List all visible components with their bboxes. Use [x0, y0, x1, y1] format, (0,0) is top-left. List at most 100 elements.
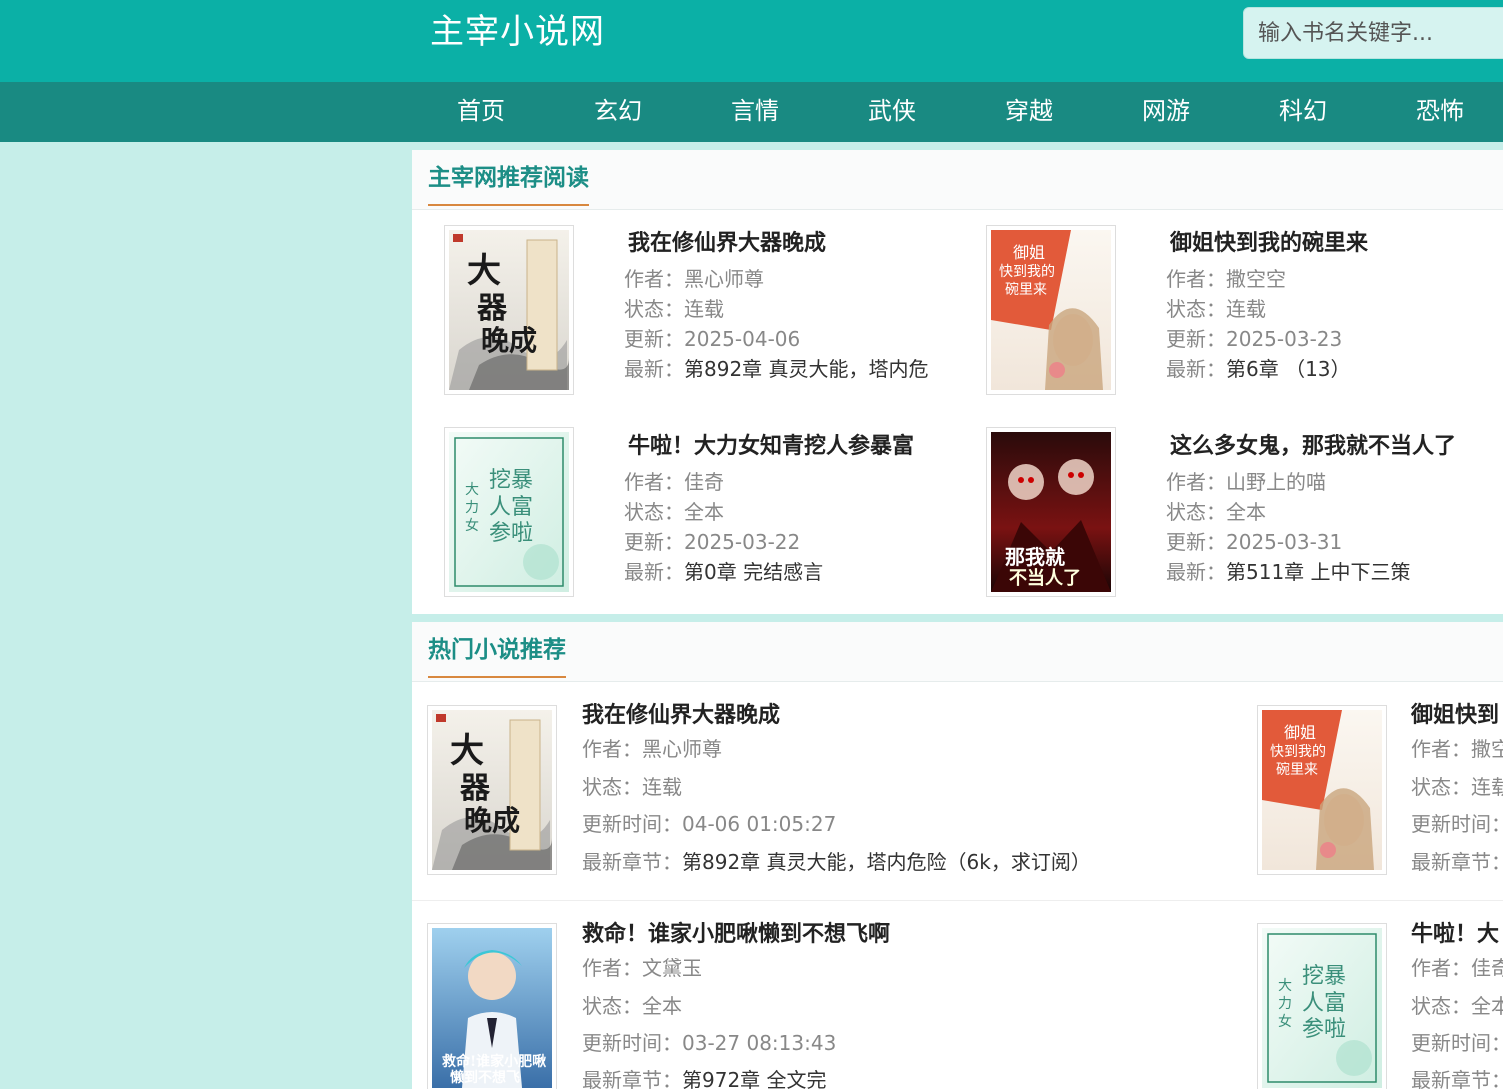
book-title[interactable]: 牛啦！大 — [1411, 916, 1499, 948]
book-author: 作者：佳奇 — [624, 470, 724, 494]
book-title[interactable]: 我在修仙界大器晚成 — [628, 225, 826, 257]
svg-text:大: 大 — [467, 251, 501, 291]
recommend-header: 主宰网推荐阅读 — [412, 150, 1503, 210]
book-title[interactable]: 这么多女鬼，那我就不当人了 — [1170, 428, 1456, 460]
book-title[interactable]: 御姐快到 — [1411, 697, 1499, 729]
nav-item-wangyou[interactable]: 网游 — [1106, 82, 1226, 142]
row-divider — [412, 900, 1503, 901]
hot-title: 热门小说推荐 — [428, 634, 566, 678]
nav-item-wuxia[interactable]: 武侠 — [832, 82, 952, 142]
book-latest: 最新章节：第972章 全文完 — [582, 1064, 827, 1089]
latest-chapter-link[interactable]: 第972章 全文完 — [682, 1068, 827, 1089]
svg-text:器: 器 — [476, 291, 508, 326]
latest-chapter-link[interactable]: 第511章 上中下三策 — [1226, 560, 1411, 584]
svg-text:那我就: 那我就 — [1005, 545, 1065, 569]
book-status: 状态：全本 — [582, 994, 682, 1018]
book-update: 更新：2025-04-06 — [624, 327, 801, 351]
svg-text:大: 大 — [450, 731, 484, 771]
book-cover[interactable]: 大 器 晚成 — [444, 225, 574, 395]
svg-text:大: 大 — [1278, 978, 1292, 994]
book-author: 作者：撒空空 — [1166, 267, 1286, 291]
svg-text:晚成: 晚成 — [464, 804, 520, 837]
cover-yujie-image: 御姐 快到我的 碗里来 — [1262, 710, 1382, 870]
main-nav: 首页 玄幻 言情 武侠 穿越 网游 科幻 恐怖 — [0, 82, 1503, 142]
book-status: 状态：连载 — [624, 297, 724, 321]
svg-text:大: 大 — [465, 482, 479, 498]
book-update: 更新：2025-03-23 — [1166, 327, 1343, 351]
cover-feijiu-image: 救命!谁家小肥啾 懒到不想飞 — [432, 928, 552, 1088]
latest-chapter-link[interactable]: 第0章 完结感言 — [684, 560, 823, 584]
book-title[interactable]: 牛啦！大力女知青挖人参暴富 — [628, 428, 914, 460]
svg-text:碗里来: 碗里来 — [1276, 762, 1318, 778]
svg-text:女: 女 — [1278, 1013, 1292, 1030]
svg-text:晚成: 晚成 — [481, 324, 537, 357]
svg-text:参啦: 参啦 — [1302, 1017, 1346, 1042]
site-header: 主宰小说网 — [0, 0, 1503, 82]
book-latest: 最新：第892章 真灵大能，塔内危 — [624, 357, 929, 381]
book-update: 更新时间： — [1411, 812, 1503, 836]
book-title[interactable]: 御姐快到我的碗里来 — [1170, 225, 1368, 257]
hot-panel: 热门小说推荐 大 器 晚成 我在修仙界大器晚成 作者：黑心师尊 状态：连载 更新… — [412, 622, 1503, 1089]
svg-text:力: 力 — [1278, 996, 1292, 1012]
book-author: 作者：黑心师尊 — [624, 267, 764, 291]
book-cover[interactable]: 大 器 晚成 — [427, 705, 557, 875]
book-status: 状态：连载 — [1411, 775, 1503, 799]
book-latest: 最新章节：第892章 真灵大能，塔内危险（6k，求订阅） — [582, 850, 1091, 874]
search-input[interactable] — [1243, 7, 1503, 59]
svg-text:参啦: 参啦 — [489, 521, 533, 546]
svg-text:快到我的: 快到我的 — [1270, 744, 1326, 760]
svg-text:人富: 人富 — [489, 495, 533, 520]
book-author: 作者：山野上的喵 — [1166, 470, 1326, 494]
book-update: 更新时间：04-06 01:05:27 — [582, 812, 837, 836]
book-latest: 最新章节： — [1411, 850, 1503, 874]
nav-item-xuanhuan[interactable]: 玄幻 — [558, 82, 678, 142]
cover-zhiqing-image: 挖暴 人富 参啦 大 力 女 — [1262, 928, 1382, 1088]
svg-text:御姐: 御姐 — [1284, 723, 1316, 742]
hot-header: 热门小说推荐 — [412, 622, 1503, 682]
nav-item-yanqing[interactable]: 言情 — [695, 82, 815, 142]
svg-text:女: 女 — [465, 517, 479, 534]
book-status: 状态：连载 — [582, 775, 682, 799]
nav-item-kongbu[interactable]: 恐怖 — [1380, 82, 1500, 142]
book-cover[interactable]: 挖暴 人富 参啦 大 力 女 — [1257, 923, 1387, 1089]
book-update: 更新时间： — [1411, 1031, 1503, 1055]
svg-text:碗里来: 碗里来 — [1005, 282, 1047, 298]
svg-text:器: 器 — [459, 771, 491, 806]
book-cover[interactable]: 救命!谁家小肥啾 懒到不想飞 — [427, 923, 557, 1089]
site-title[interactable]: 主宰小说网 — [430, 8, 605, 56]
book-update: 更新：2025-03-31 — [1166, 530, 1343, 554]
book-latest: 最新：第511章 上中下三策 — [1166, 560, 1411, 584]
book-cover[interactable]: 御姐 快到我的 碗里来 — [986, 225, 1116, 395]
svg-text:懒到不想飞: 懒到不想飞 — [450, 1069, 520, 1086]
svg-text:挖暴: 挖暴 — [489, 468, 533, 493]
book-cover[interactable]: 挖暴 人富 参啦 大 力 女 — [444, 427, 574, 597]
latest-chapter-link[interactable]: 第892章 真灵大能，塔内危险（6k，求订阅） — [682, 850, 1091, 874]
book-cover[interactable]: 御姐 快到我的 碗里来 — [1257, 705, 1387, 875]
book-update: 更新：2025-03-22 — [624, 530, 801, 554]
book-latest: 最新：第0章 完结感言 — [624, 560, 824, 584]
latest-chapter-link[interactable]: 第6章 （13） — [1226, 357, 1351, 381]
nav-item-kehuan[interactable]: 科幻 — [1243, 82, 1363, 142]
book-status: 状态：连载 — [1166, 297, 1266, 321]
svg-text:快到我的: 快到我的 — [999, 264, 1055, 280]
latest-chapter-link[interactable]: 第892章 真灵大能，塔内危 — [684, 357, 929, 381]
recommend-panel: 主宰网推荐阅读 大 器 晚成 我在修仙界大器晚成 作者：黑心师尊 状态：连载 更… — [412, 150, 1503, 614]
svg-text:人富: 人富 — [1302, 991, 1346, 1016]
book-cover[interactable]: 那我就 不当人了 — [986, 427, 1116, 597]
book-status: 状态：全本 — [1411, 994, 1503, 1018]
cover-nvgui-image: 那我就 不当人了 — [991, 432, 1111, 592]
book-status: 状态：全本 — [624, 500, 724, 524]
book-latest: 最新：第6章 （13） — [1166, 357, 1351, 381]
nav-item-chuanyue[interactable]: 穿越 — [969, 82, 1089, 142]
cover-zhiqing-image: 挖暴 人富 参啦 大 力 女 — [449, 432, 569, 592]
recommend-title: 主宰网推荐阅读 — [428, 162, 589, 206]
cover-xianjie-image: 大 器 晚成 — [449, 230, 569, 390]
book-author: 作者：佳奇 — [1411, 956, 1503, 980]
book-author: 作者：黑心师尊 — [582, 737, 722, 761]
book-status: 状态：全本 — [1166, 500, 1266, 524]
book-title[interactable]: 救命！谁家小肥啾懒到不想飞啊 — [582, 916, 890, 948]
book-update: 更新时间：03-27 08:13:43 — [582, 1031, 837, 1055]
book-title[interactable]: 我在修仙界大器晚成 — [582, 697, 780, 729]
nav-item-home[interactable]: 首页 — [421, 82, 541, 142]
book-author: 作者：撒空 — [1411, 737, 1503, 761]
